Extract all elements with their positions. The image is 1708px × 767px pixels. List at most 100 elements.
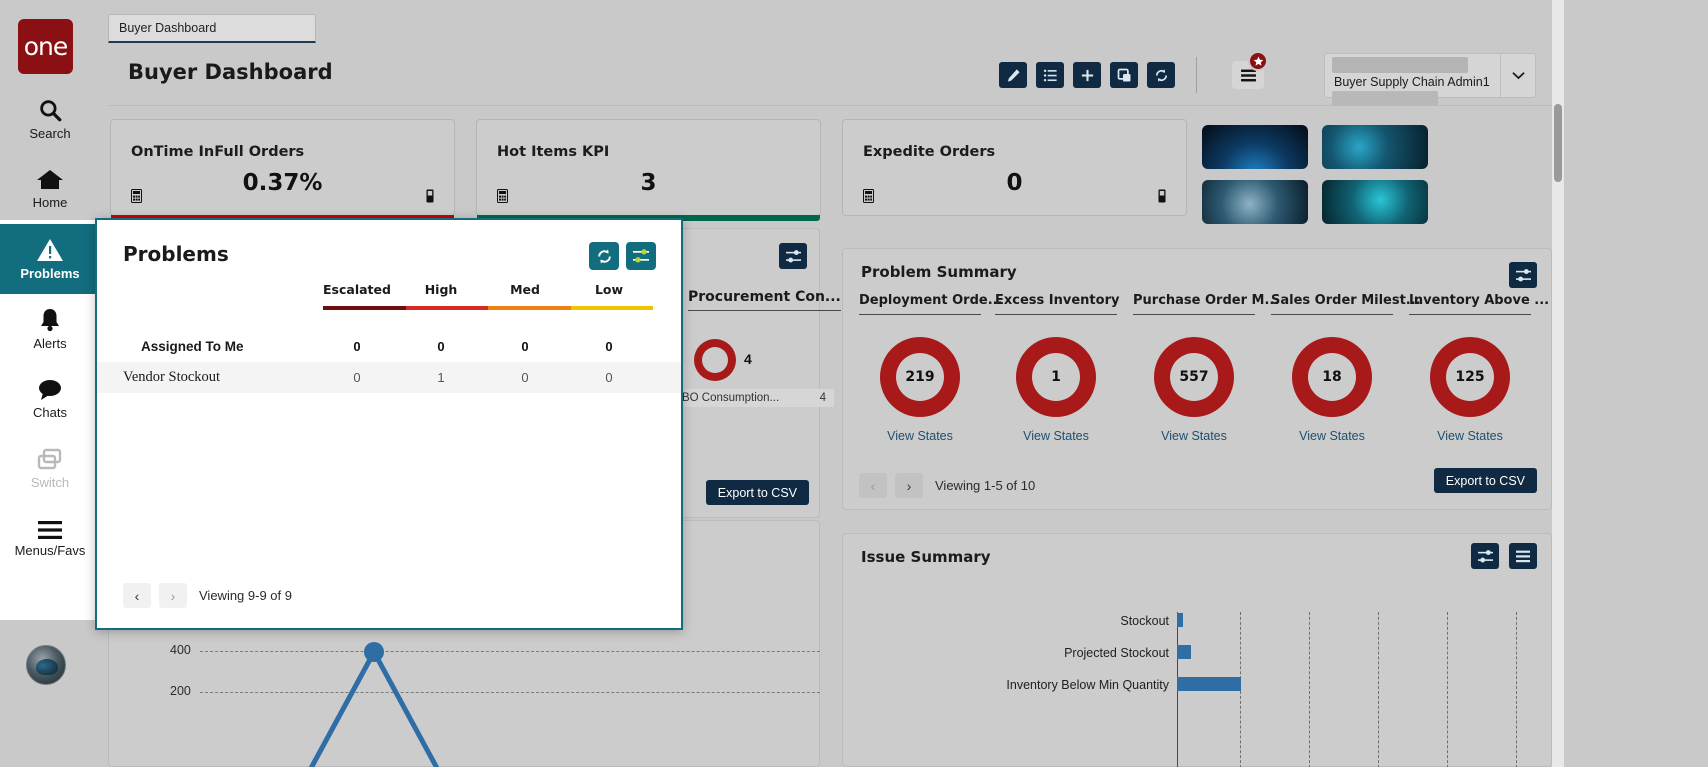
user-blur-bottom [1332, 91, 1438, 106]
problems-next-page-button[interactable]: › [159, 583, 187, 608]
avatar[interactable] [26, 645, 66, 685]
thumbnail-data-hub[interactable] [1322, 125, 1428, 169]
procurement-sub-value: 4 [819, 392, 826, 404]
chart-y-tick: 200 [170, 684, 191, 698]
kpi-card-expedite-orders[interactable]: Expedite Orders 0 [842, 119, 1187, 216]
problem-summary-panel: Problem Summary Deployment Orde... 219 V… [842, 248, 1552, 510]
tab-bar: Buyer Dashboard [108, 0, 1552, 43]
chart-gridline [1516, 612, 1517, 767]
sidebar-item-menus-favs[interactable]: Menus/Favs [0, 510, 100, 568]
severity-color-bar [323, 306, 653, 310]
list-icon [1043, 69, 1057, 81]
star-icon [1253, 56, 1263, 66]
sidebar-item-chats[interactable]: Chats [0, 370, 100, 428]
sidebar-item-home[interactable]: Home [0, 160, 100, 218]
problem-summary-pagination-text: Viewing 1-5 of 10 [935, 478, 1036, 493]
hamburger-icon [1516, 550, 1530, 562]
chat-bubble-icon [39, 380, 61, 400]
column-header-high: High [424, 282, 458, 297]
sidebar-item-label: Switch [30, 475, 70, 490]
donut-chart[interactable]: 557 [1154, 337, 1234, 417]
chart-category-label: Inventory Below Min Quantity [1006, 678, 1169, 692]
star-badge[interactable] [1248, 51, 1268, 71]
refresh-icon [597, 248, 611, 264]
donut-chart[interactable]: 219 [880, 337, 960, 417]
user-menu-caret[interactable] [1500, 53, 1536, 98]
donut-chart[interactable]: 125 [1430, 337, 1510, 417]
chevron-right-icon: › [170, 587, 176, 604]
chart-gridline [1309, 612, 1310, 767]
refresh-button[interactable] [1147, 62, 1175, 88]
donut-value: 1 [1032, 353, 1080, 401]
switch-cards-icon [37, 448, 62, 470]
thumbnail-network-globe[interactable] [1202, 125, 1308, 169]
column-header: Inventory Above ... [1409, 293, 1549, 315]
problems-title: Problems [123, 242, 229, 266]
column-header-low: Low [594, 282, 624, 297]
chart-bar[interactable] [1177, 645, 1191, 659]
right-background [1564, 0, 1708, 767]
procurement-donut-value: 4 [744, 351, 752, 367]
sidebar-item-switch: Switch [0, 440, 100, 498]
problem-summary-column: Sales Order Milest... 18 View States [1271, 293, 1421, 443]
sidebar-item-alerts[interactable]: Alerts [0, 300, 100, 358]
problem-summary-next-page-button[interactable]: › [895, 473, 923, 498]
row-value: 0 [605, 370, 613, 385]
issue-summary-panel: Issue Summary Stockout Projected Stockou… [842, 533, 1552, 767]
view-states-link[interactable]: View States [1271, 429, 1393, 443]
problems-table-header: Escalated High Med Low [97, 282, 681, 297]
view-states-link[interactable]: View States [1409, 429, 1531, 443]
row-value: 0 [605, 339, 613, 354]
edit-button[interactable] [999, 62, 1027, 88]
user-name: Buyer Supply Chain Admin1 [1334, 75, 1490, 89]
column-header: Purchase Order M... [1133, 293, 1279, 315]
donut-chart[interactable]: 1 [1016, 337, 1096, 417]
chart-bar[interactable] [1177, 677, 1241, 691]
kpi-title: Expedite Orders [863, 144, 996, 160]
thumbnail-world[interactable] [1322, 180, 1428, 224]
sidebar-item-problems[interactable]: Problems [0, 224, 114, 294]
kpi-value: 0.37% [242, 170, 323, 196]
kpi-card-ontime-infull[interactable]: OnTime InFull Orders 0.37% [110, 119, 455, 221]
sidebar-item-label: Problems [20, 265, 80, 281]
chart-category-label: Projected Stockout [1064, 646, 1169, 660]
chevron-down-icon [1512, 72, 1525, 80]
thumbnail-gauge[interactable] [1202, 180, 1308, 224]
app-header: Buyer Dashboard Buyer Supply Chain Admin… [108, 43, 1552, 106]
add-button[interactable] [1073, 62, 1101, 88]
procurement-settings-button[interactable] [779, 243, 807, 269]
issue-summary-menu-button[interactable] [1509, 543, 1537, 569]
kpi-value: 0 [1006, 170, 1023, 196]
procurement-export-csv-button[interactable]: Export to CSV [705, 480, 809, 505]
tab-buyer-dashboard[interactable]: Buyer Dashboard [108, 14, 316, 43]
copy-button[interactable] [1110, 62, 1138, 88]
app-logo[interactable]: one [18, 19, 73, 74]
hamburger-icon [38, 521, 62, 539]
problem-summary-settings-button[interactable] [1509, 262, 1537, 288]
problem-summary-column: Deployment Orde... 219 View States [859, 293, 1003, 443]
kpi-value: 3 [640, 170, 657, 196]
problem-summary-export-csv-button[interactable]: Export to CSV [1433, 468, 1537, 493]
table-row[interactable]: Assigned To Me 0 0 0 0 [97, 331, 681, 362]
problems-settings-button[interactable] [626, 242, 656, 270]
view-states-link[interactable]: View States [995, 429, 1117, 443]
plus-icon [1081, 69, 1093, 81]
donut-value: 18 [1308, 353, 1356, 401]
problem-summary-prev-page-button[interactable]: ‹ [859, 473, 887, 498]
vertical-scrollbar-thumb[interactable] [1554, 104, 1562, 182]
chart-bar[interactable] [1177, 613, 1183, 627]
list-button[interactable] [1036, 62, 1064, 88]
view-states-link[interactable]: View States [1133, 429, 1255, 443]
kpi-card-hot-items[interactable]: Hot Items KPI 3 [476, 119, 821, 221]
sidebar-item-search[interactable]: Search [0, 90, 100, 148]
problems-prev-page-button[interactable]: ‹ [123, 583, 151, 608]
procurement-sub-row[interactable]: BO Consumption... 4 [674, 389, 834, 407]
issue-summary-settings-button[interactable] [1471, 543, 1499, 569]
table-row[interactable]: Vendor Stockout 0 1 0 0 [97, 362, 681, 393]
sidebar-item-label: Home [32, 195, 68, 210]
databot-line-chart[interactable] [200, 630, 820, 767]
view-states-link[interactable]: View States [859, 429, 981, 443]
row-value: 0 [521, 370, 529, 385]
problems-refresh-button[interactable] [589, 242, 619, 270]
donut-chart[interactable]: 18 [1292, 337, 1372, 417]
